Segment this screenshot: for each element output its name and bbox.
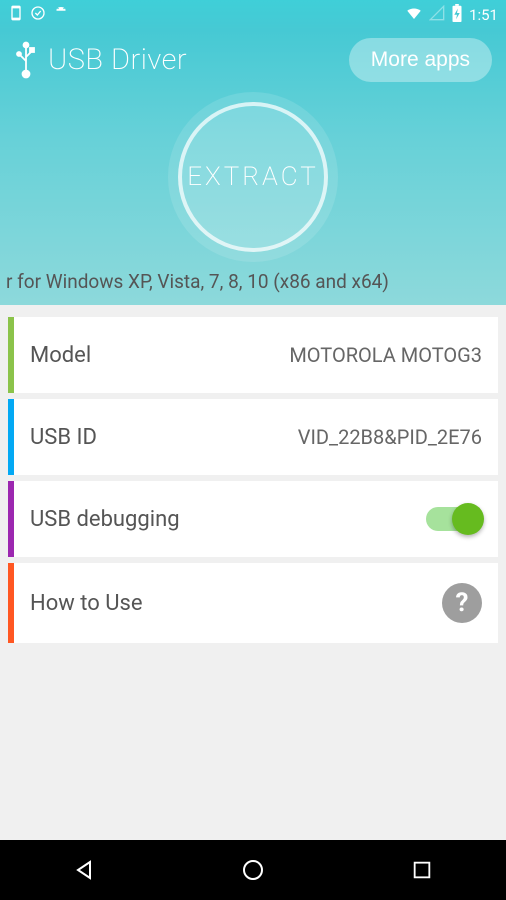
home-button[interactable] [238,855,268,885]
app-title: USB Driver [14,41,187,79]
app-title-text: USB Driver [48,43,187,77]
info-list: Model MOTOROLA MOTOG3 USB ID VID_22B8&PI… [0,305,506,661]
debug-label: USB debugging [30,507,180,532]
toggle-knob [452,503,484,535]
check-circle-icon [30,5,46,25]
status-bar: 1:51 [0,0,506,30]
navigation-bar [0,840,506,900]
usbid-value: VID_22B8&PID_2E76 [298,425,482,449]
howto-label: How to Use [30,591,143,616]
phone-refresh-icon [8,5,24,25]
extract-label: EXTRACT [187,162,319,192]
usbid-label: USB ID [30,425,97,450]
back-button[interactable] [69,855,99,885]
usb-icon [14,41,38,79]
extract-button[interactable]: EXTRACT [178,102,328,252]
help-icon[interactable]: ? [442,583,482,623]
row-usb-id: USB ID VID_22B8&PID_2E76 [8,399,498,475]
more-apps-button[interactable]: More apps [349,38,492,82]
android-icon [52,4,70,26]
model-value: MOTOROLA MOTOG3 [289,343,482,367]
header: USB Driver More apps EXTRACT r for Windo… [0,30,506,305]
row-usb-debugging[interactable]: USB debugging [8,481,498,557]
row-how-to-use[interactable]: How to Use ? [8,563,498,643]
subtitle-text: r for Windows XP, Vista, 7, 8, 10 (x86 a… [0,270,506,293]
recent-button[interactable] [407,855,437,885]
wifi-icon [405,4,423,26]
battery-charging-icon [451,4,463,26]
row-model: Model MOTOROLA MOTOG3 [8,317,498,393]
model-label: Model [30,343,91,368]
signal-icon [429,5,445,25]
debug-toggle[interactable] [426,507,482,531]
clock-text: 1:51 [469,6,498,24]
